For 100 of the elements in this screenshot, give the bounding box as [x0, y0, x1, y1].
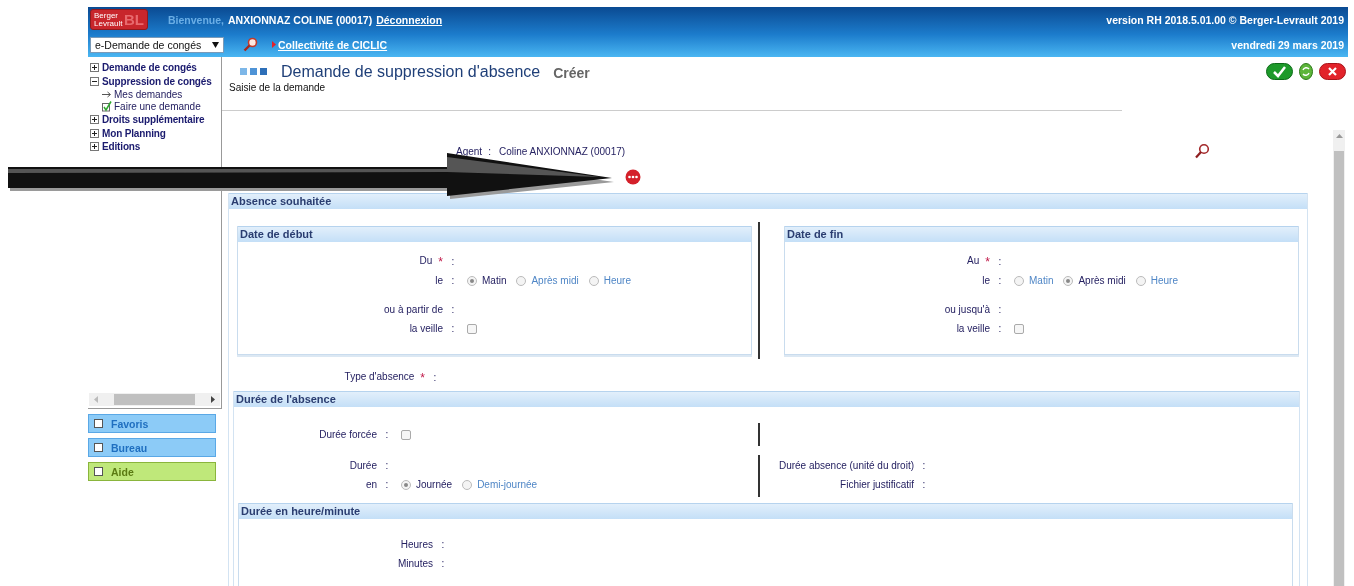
- version-text: version RH 2018.5.01.00 © Berger-Levrault 2019: [1106, 13, 1344, 26]
- radio-button[interactable]: [1063, 275, 1074, 286]
- more-icon: [625, 169, 641, 185]
- field-label: Du: [419, 254, 433, 268]
- expand-icon[interactable]: [90, 63, 99, 73]
- radio-button[interactable]: [467, 275, 477, 286]
- field-label: le: [435, 275, 443, 286]
- caret-icon[interactable]: [212, 41, 219, 48]
- required-mark: *: [438, 254, 443, 269]
- colon: :: [488, 145, 491, 157]
- radio-label[interactable]: Après midi: [531, 275, 579, 286]
- radio-button[interactable]: [401, 479, 411, 490]
- field-label: Fichier justificatif: [840, 479, 914, 490]
- colon: :: [384, 479, 390, 490]
- search-icon[interactable]: [1194, 143, 1210, 159]
- collapse-icon[interactable]: [90, 76, 99, 86]
- field-label: Heures: [400, 539, 433, 550]
- tree-item[interactable]: Mon Planning: [102, 127, 166, 139]
- field-label: ou jusqu'à: [944, 304, 990, 315]
- date-text: vendredi 29 mars 2019: [1231, 38, 1344, 51]
- panel-header: Date de fin: [785, 226, 1298, 242]
- colon: :: [450, 275, 456, 286]
- user-name: ANXIONNAZ COLINE (00017): [228, 13, 373, 26]
- tree-item[interactable]: Editions: [102, 141, 141, 153]
- tree-item[interactable]: Faire une demande: [114, 101, 201, 113]
- field-label: Au: [967, 254, 980, 268]
- field-label: la veille: [409, 323, 443, 334]
- field-label: ou à partir de: [384, 304, 443, 315]
- check-icon: [1266, 63, 1293, 80]
- radio-label[interactable]: Journée: [416, 479, 453, 490]
- colon: :: [384, 429, 390, 440]
- colon: :: [440, 558, 446, 569]
- colon: :: [997, 323, 1003, 334]
- page-title: Demande de suppression d'absence: [281, 63, 541, 81]
- radio-button[interactable]: [1135, 275, 1146, 286]
- colon: :: [997, 304, 1003, 315]
- radio-button[interactable]: [516, 275, 527, 286]
- radio-button[interactable]: [588, 275, 599, 286]
- triangle-icon: [272, 41, 276, 48]
- field-label: Type d'absence: [344, 370, 415, 384]
- radio-label[interactable]: Heure: [603, 275, 631, 286]
- agent-value: Coline ANXIONNAZ (00017): [498, 145, 626, 157]
- radio-label[interactable]: Heure: [1150, 275, 1178, 286]
- panel-header: Durée en heure/minute: [239, 503, 1292, 519]
- checkbox-tick-icon: [102, 101, 112, 113]
- scroll-up-icon[interactable]: [1335, 134, 1343, 138]
- colon: :: [450, 304, 456, 315]
- tree-item[interactable]: Droits supplémentaire: [102, 114, 205, 126]
- mode-label: Créer: [553, 64, 590, 83]
- field-label: Minutes: [398, 558, 433, 569]
- refresh-icon: [1299, 63, 1313, 80]
- tree-item[interactable]: Suppression de congés: [102, 75, 212, 87]
- radio-label[interactable]: Après midi: [1078, 275, 1126, 286]
- field-label: Durée: [349, 460, 377, 471]
- sidebar-panel[interactable]: Aide: [88, 462, 216, 481]
- scroll-right-icon[interactable]: [211, 396, 215, 403]
- cancel-button[interactable]: [1319, 63, 1346, 80]
- colon: :: [450, 256, 456, 267]
- search-icon[interactable]: [243, 37, 258, 52]
- more-button[interactable]: [625, 169, 641, 185]
- required-mark: *: [420, 370, 425, 385]
- colon: :: [432, 372, 438, 383]
- colon: :: [997, 275, 1003, 286]
- checkbox[interactable]: [1014, 323, 1024, 334]
- field-label: en: [365, 479, 377, 490]
- tree-item[interactable]: Demande de congés: [102, 62, 197, 74]
- radio-label[interactable]: Matin: [482, 275, 507, 286]
- page-subtitle: Saisie de la demande: [228, 81, 327, 95]
- validate-button[interactable]: [1266, 63, 1293, 80]
- arrow-icon: [102, 90, 112, 98]
- section-header: Absence souhaitée: [229, 193, 1307, 209]
- required-mark: *: [985, 254, 990, 269]
- greeting: Bienvenue,: [168, 13, 225, 26]
- radio-label[interactable]: Demi-journée: [477, 479, 538, 490]
- radio-button[interactable]: [462, 479, 473, 490]
- expand-icon[interactable]: [90, 115, 99, 125]
- radio-label[interactable]: Matin: [1029, 275, 1054, 286]
- field-label: Agent: [456, 145, 483, 157]
- checkbox[interactable]: [467, 323, 477, 334]
- field-label: la veille: [956, 323, 990, 334]
- colon: :: [921, 460, 927, 471]
- tree-item[interactable]: Mes demandes: [114, 88, 183, 100]
- logout-link[interactable]: Déconnexion: [376, 13, 443, 26]
- squares-icon: [240, 68, 267, 75]
- radio-button[interactable]: [1014, 275, 1024, 286]
- module-select[interactable]: e-Demande de congés: [90, 36, 224, 53]
- field-label: Durée forcée: [319, 429, 377, 440]
- refresh-button[interactable]: [1299, 63, 1313, 80]
- colon: :: [997, 256, 1003, 267]
- colon: :: [921, 479, 927, 490]
- close-icon: [1319, 63, 1346, 80]
- horizontal-scrollbar[interactable]: [89, 393, 220, 406]
- colon: :: [450, 323, 456, 334]
- expand-icon[interactable]: [90, 142, 99, 152]
- field-label: Durée absence (unité du droit): [778, 460, 914, 471]
- expand-icon[interactable]: [90, 128, 99, 138]
- checkbox[interactable]: [401, 429, 411, 440]
- section-header: Durée de l'absence: [234, 391, 1299, 407]
- colon: :: [384, 460, 390, 471]
- vertical-scrollbar[interactable]: [1333, 130, 1345, 586]
